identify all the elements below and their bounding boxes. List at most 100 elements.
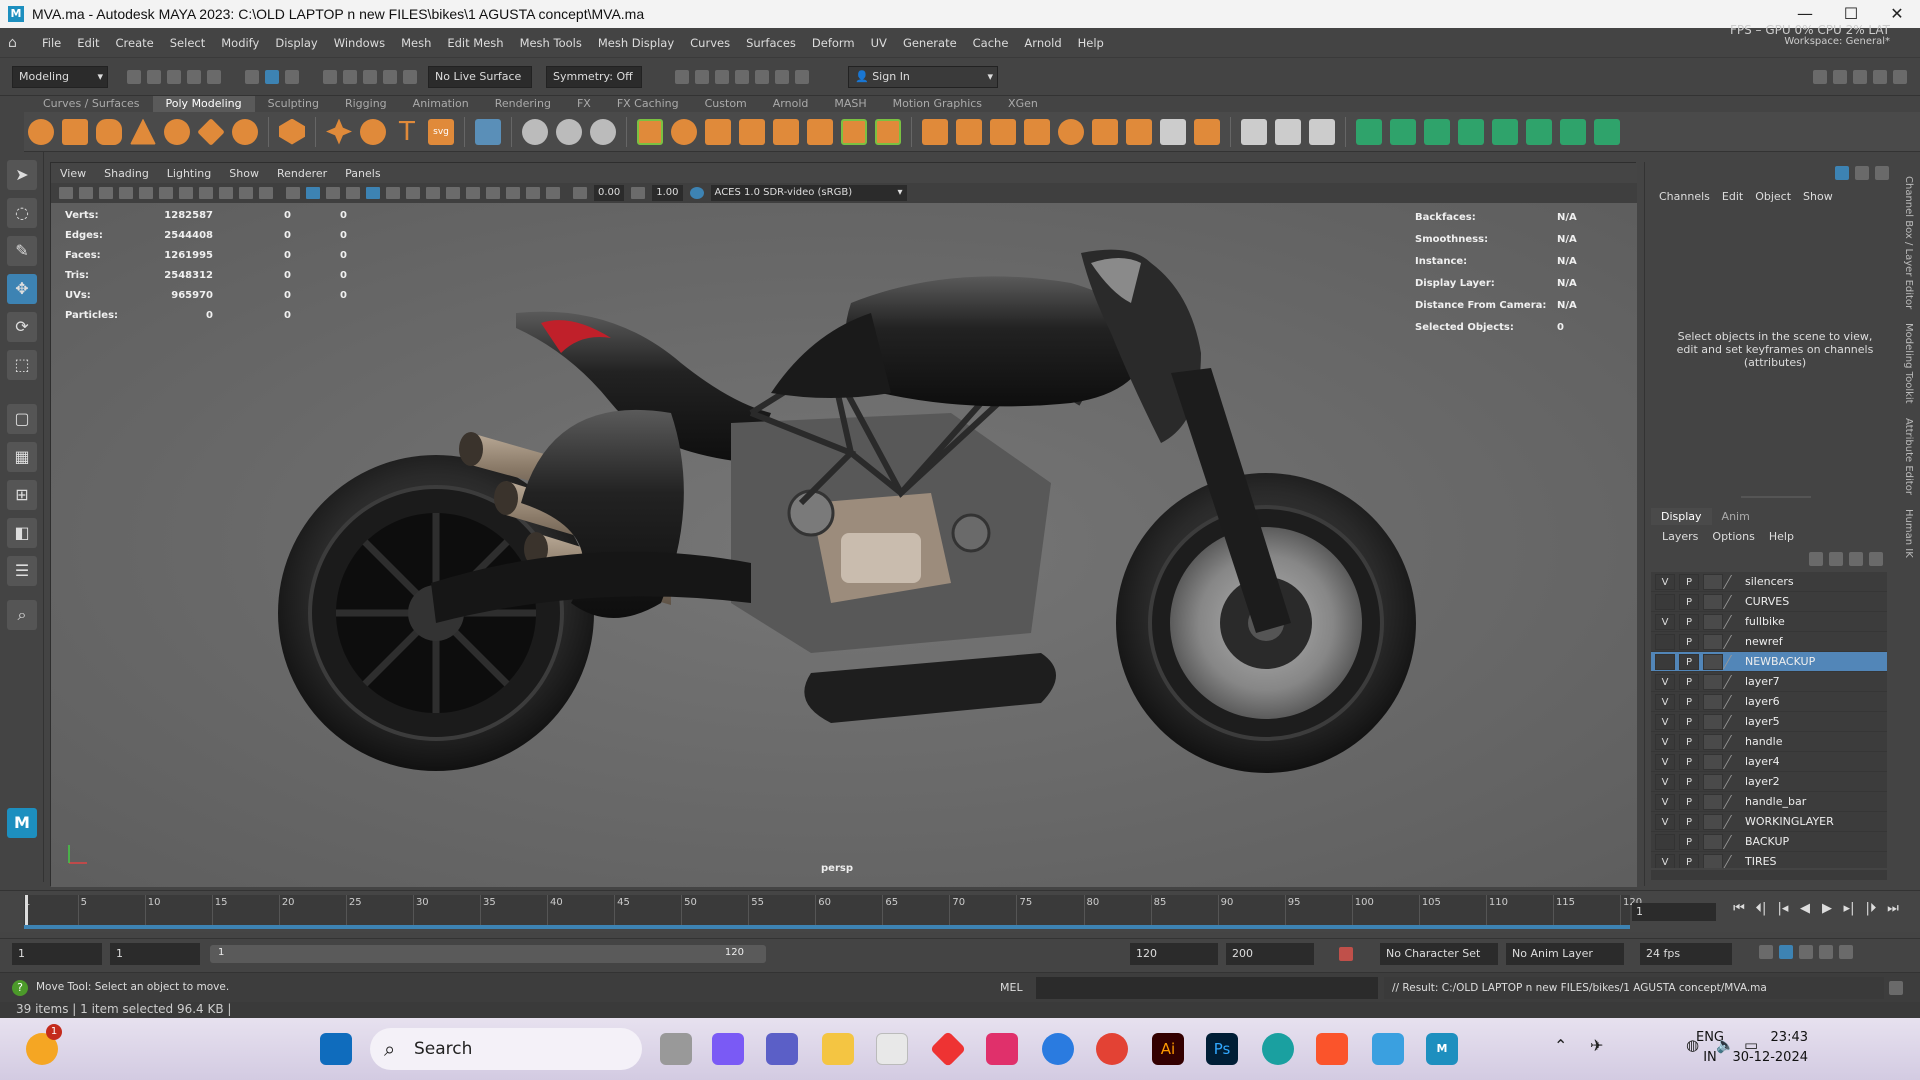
time-ruler[interactable]: 1 51015202530354045505560657075808590951… [24, 895, 1642, 929]
layer-row[interactable]: P BACKUP [1651, 832, 1887, 852]
extrude-icon[interactable] [922, 118, 948, 145]
get-help-icon[interactable] [1042, 1033, 1074, 1065]
layer-visibility-toggle[interactable]: V [1655, 613, 1675, 630]
ipr-render-icon[interactable] [695, 69, 709, 84]
side-tab-modeling-toolkit[interactable]: Modeling Toolkit [1903, 323, 1914, 404]
layer-visibility-toggle[interactable] [1655, 593, 1675, 610]
tab-rigging[interactable]: Rigging [332, 96, 400, 112]
layer-row[interactable]: P CURVES [1651, 592, 1887, 612]
bridge-icon[interactable] [956, 118, 982, 145]
task-view-icon[interactable] [660, 1033, 692, 1065]
play-backward-icon[interactable]: ◀ [1794, 901, 1816, 916]
vp-menu-panels[interactable]: Panels [336, 167, 389, 180]
field-chart-icon[interactable] [219, 187, 233, 199]
xray-components-icon[interactable] [546, 187, 560, 199]
tab-custom[interactable]: Custom [692, 96, 760, 112]
vp-menu-view[interactable]: View [51, 167, 95, 180]
windows-start-icon[interactable] [320, 1033, 352, 1065]
layer-color-swatch[interactable] [1703, 593, 1723, 610]
wifi-icon[interactable]: ◍ [1686, 1036, 1699, 1054]
layer-playback-toggle[interactable]: P [1679, 813, 1699, 830]
layer-color-swatch[interactable] [1703, 613, 1723, 630]
network-off-icon[interactable]: ✈ [1590, 1036, 1603, 1055]
maya-taskbar-icon[interactable]: M [1426, 1033, 1458, 1065]
menu-mesh-tools[interactable]: Mesh Tools [512, 28, 590, 58]
tab-xgen[interactable]: XGen [995, 96, 1051, 112]
cache-playback-icon[interactable] [1779, 945, 1793, 959]
layer-visibility-toggle[interactable]: V [1655, 813, 1675, 830]
select-hierarchy-icon[interactable] [245, 69, 259, 84]
layer-playback-toggle[interactable]: P [1679, 573, 1699, 590]
tab-motion-graphics[interactable]: Motion Graphics [880, 96, 995, 112]
layer-visibility-toggle[interactable]: V [1655, 733, 1675, 750]
layer-color-swatch[interactable] [1703, 653, 1723, 670]
merge-icon[interactable] [1160, 118, 1186, 145]
uv-cylindrical-icon[interactable] [1390, 118, 1416, 145]
xray-icon[interactable] [506, 187, 520, 199]
move-tool-icon[interactable]: ✥ [7, 274, 37, 304]
snap-grid-icon[interactable] [323, 69, 337, 84]
layer-row[interactable]: P NEWBACKUP [1651, 652, 1887, 672]
render-view-icon[interactable] [755, 69, 769, 84]
render-settings-icon[interactable] [715, 69, 729, 84]
anydesk-icon[interactable] [929, 1030, 967, 1068]
play-forward-icon[interactable]: ▶ [1816, 901, 1838, 916]
tab-mash[interactable]: MASH [821, 96, 879, 112]
wireframe-icon[interactable] [286, 187, 300, 199]
cb-menu-edit[interactable]: Edit [1716, 190, 1749, 203]
bevel-icon[interactable] [990, 118, 1016, 145]
smooth-shade-icon[interactable] [306, 187, 320, 199]
attribute-editor-icon[interactable] [1833, 69, 1847, 84]
mode-dropdown[interactable]: Modeling ▾ [12, 65, 108, 88]
layer-visibility-toggle[interactable]: V [1655, 693, 1675, 710]
single-view-icon[interactable]: ▢ [7, 404, 37, 434]
vp-menu-lighting[interactable]: Lighting [158, 167, 220, 180]
layer-color-swatch[interactable] [1703, 833, 1723, 850]
motion-blur-icon[interactable] [446, 187, 460, 199]
uv-spherical-icon[interactable] [1424, 118, 1450, 145]
cb-menu-show[interactable]: Show [1797, 190, 1839, 203]
layer-color-swatch[interactable] [1703, 773, 1723, 790]
select-component-icon[interactable] [285, 69, 299, 84]
settings-icon[interactable] [1839, 945, 1853, 959]
lights-icon[interactable] [386, 187, 400, 199]
menu-deform[interactable]: Deform [804, 28, 863, 58]
tab-anim[interactable]: Anim [1712, 508, 1760, 525]
vp-menu-renderer[interactable]: Renderer [268, 167, 336, 180]
layer-color-swatch[interactable] [1703, 693, 1723, 710]
layer-menu-options[interactable]: Options [1705, 530, 1761, 543]
anim-layer-dropdown[interactable]: No Anim Layer [1506, 943, 1624, 965]
pause-icon[interactable] [795, 69, 809, 84]
isolate-select-icon[interactable] [486, 187, 500, 199]
menu-surfaces[interactable]: Surfaces [738, 28, 804, 58]
maya-home-icon[interactable]: M [7, 808, 37, 838]
layer-row[interactable]: V P WORKINGLAYER [1651, 812, 1887, 832]
outliner-icon[interactable]: ☰ [7, 556, 37, 586]
layer-playback-toggle[interactable]: P [1679, 793, 1699, 810]
scale-tool-icon[interactable]: ⬚ [7, 350, 37, 380]
film-gate-icon[interactable] [159, 187, 173, 199]
poly-disc-icon[interactable] [232, 118, 258, 145]
append-polygon-icon[interactable] [1024, 118, 1050, 145]
layer-playback-toggle[interactable]: P [1679, 653, 1699, 670]
combine-icon[interactable] [671, 118, 697, 145]
layer-visibility-toggle[interactable]: V [1655, 753, 1675, 770]
layer-playback-toggle[interactable]: P [1679, 853, 1699, 868]
step-forward-key-icon[interactable]: |⏵ [1860, 901, 1882, 916]
rotate-tool-icon[interactable]: ⟳ [7, 312, 37, 342]
go-to-end-icon[interactable]: ⏭ [1882, 901, 1904, 916]
wedge-icon[interactable] [1092, 118, 1118, 145]
uv-sew-icon[interactable] [1594, 118, 1620, 145]
menu-arnold[interactable]: Arnold [1016, 28, 1069, 58]
layer-playback-toggle[interactable]: P [1679, 673, 1699, 690]
layer-row[interactable]: V Player4 [1651, 752, 1887, 772]
playback-start-field[interactable]: 1 [110, 943, 200, 965]
new-layer-icon[interactable] [1849, 552, 1863, 566]
lasso-tool-icon[interactable]: ◌ [7, 198, 37, 228]
tool-settings-icon[interactable] [1853, 69, 1867, 84]
layer-color-swatch[interactable] [1703, 633, 1723, 650]
go-to-start-icon[interactable]: ⏮ [1728, 901, 1750, 916]
new-layer-selected-icon[interactable] [1869, 552, 1883, 566]
search-icon[interactable]: ⌕ [7, 600, 37, 630]
modeling-toolkit-icon[interactable] [1813, 69, 1827, 84]
